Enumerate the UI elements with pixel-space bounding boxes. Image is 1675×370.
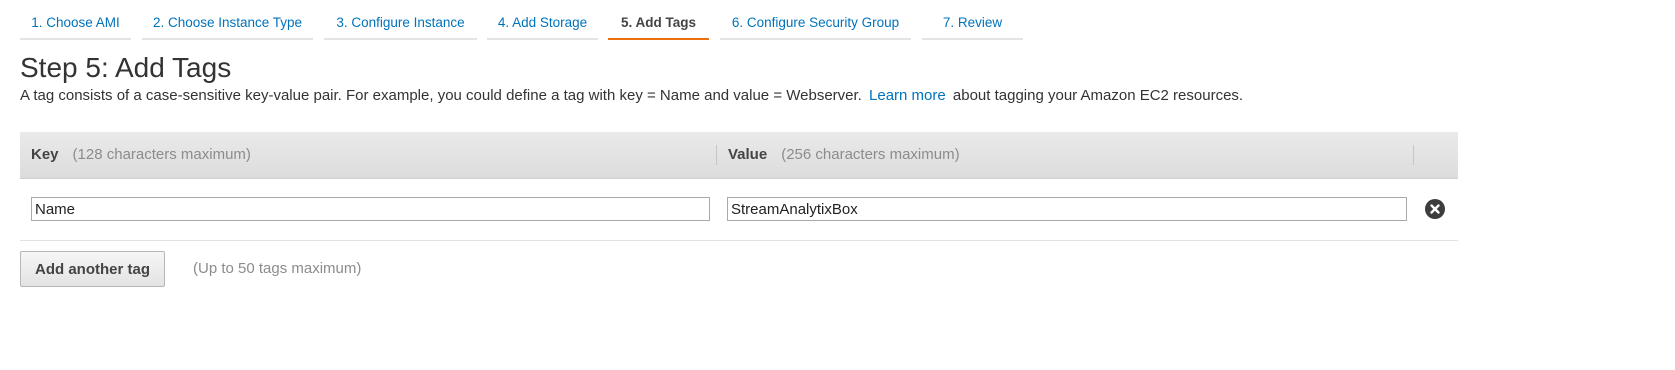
description-text-end: about tagging your Amazon EC2 resources. — [952, 87, 1244, 104]
key-column-header: Key (128 characters maximum) — [31, 132, 251, 178]
page-description: A tag consists of a case-sensitive key-v… — [20, 87, 1243, 104]
tag-value-input[interactable] — [727, 197, 1407, 221]
tag-key-input[interactable] — [31, 197, 710, 221]
learn-more-link[interactable]: Learn more — [869, 87, 946, 104]
column-divider — [716, 145, 717, 165]
tag-limit-note: (Up to 50 tags maximum) — [193, 260, 362, 277]
key-column-title: Key — [31, 146, 59, 163]
add-another-tag-button[interactable]: Add another tag — [20, 251, 165, 287]
value-column-hint: (256 characters maximum) — [781, 146, 960, 163]
column-divider — [1413, 145, 1414, 165]
page-title: Step 5: Add Tags — [20, 52, 232, 83]
wizard-step-configure-instance[interactable]: 3. Configure Instance — [324, 0, 477, 40]
close-circle-icon[interactable] — [1425, 199, 1445, 219]
wizard-step-choose-ami[interactable]: 1. Choose AMI — [20, 0, 131, 40]
wizard-step-add-storage[interactable]: 4. Add Storage — [487, 0, 598, 40]
wizard-step-review[interactable]: 7. Review — [922, 0, 1023, 40]
description-text: A tag consists of a case-sensitive key-v… — [20, 87, 862, 104]
tags-table-header: Key (128 characters maximum) Value (256 ch… — [20, 132, 1458, 179]
value-column-title: Value — [728, 146, 768, 163]
tag-row — [20, 179, 1458, 241]
wizard-step-configure-security-group[interactable]: 6. Configure Security Group — [720, 0, 911, 40]
key-column-hint: (128 characters maximum) — [72, 146, 251, 163]
value-column-header: Value (256 characters maximum) — [728, 132, 960, 178]
wizard-step-add-tags[interactable]: 5. Add Tags — [608, 0, 709, 40]
wizard-step-choose-instance-type[interactable]: 2. Choose Instance Type — [142, 0, 313, 40]
